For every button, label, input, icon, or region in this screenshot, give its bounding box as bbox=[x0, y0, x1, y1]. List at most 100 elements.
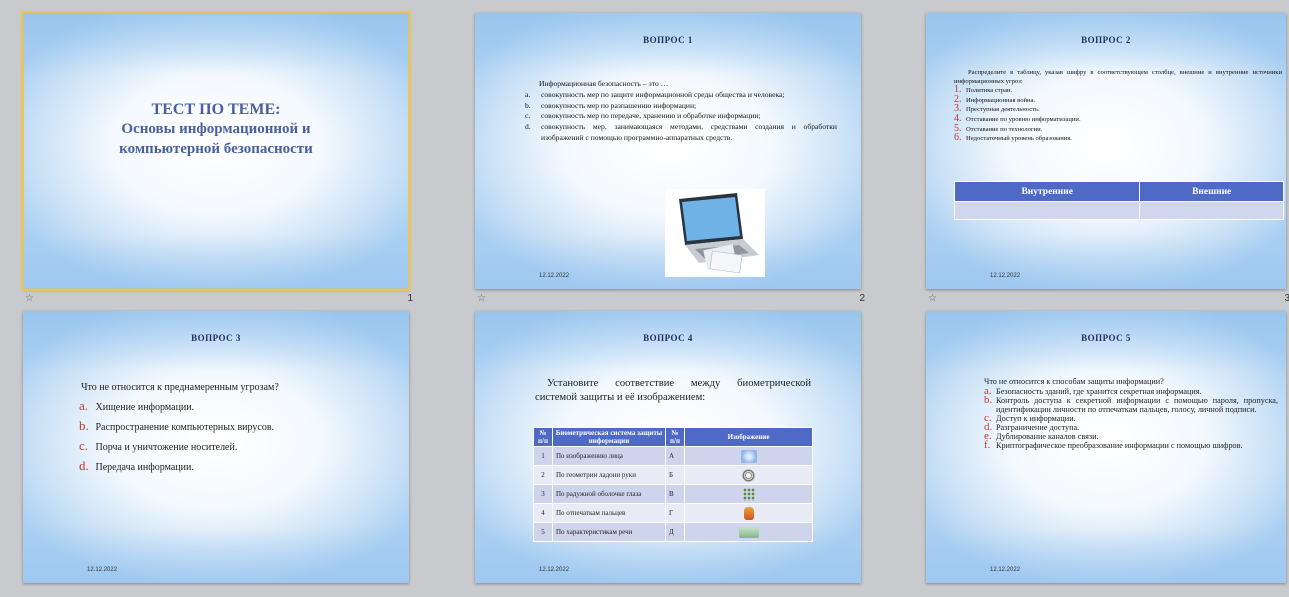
table-header: Биометрическая система защиты информации bbox=[552, 427, 666, 447]
option-text: Дублирование каналов связи. bbox=[996, 432, 1099, 441]
answer-option: d. Разграничение доступа. bbox=[984, 422, 1278, 433]
slide-date: 12.12.2022 bbox=[990, 567, 1021, 573]
option-text: Безопасность зданий, где хранится секрет… bbox=[996, 387, 1202, 396]
answer-option: c. Доступ к информации. bbox=[984, 413, 1278, 424]
slide-thumbnail-4[interactable]: ВОПРОС 3 Что не относится к преднамеренн… bbox=[23, 311, 415, 597]
item-text: Отставание по уровню информатизации. bbox=[966, 115, 1081, 123]
list-item: 1. Политика стран. bbox=[954, 85, 1282, 96]
slide-date: 12.12.2022 bbox=[539, 567, 570, 573]
slide-title: ВОПРОС 1 bbox=[643, 35, 693, 45]
question-body: Распределите в таблицу, указав шифру в с… bbox=[954, 69, 1282, 144]
animation-star-icon: ☆ bbox=[477, 293, 486, 304]
slide-5[interactable]: ВОПРОС 4 Установите соответствие между б… bbox=[475, 311, 861, 583]
table-header: № п/п bbox=[665, 427, 685, 447]
laptop-image bbox=[665, 189, 765, 277]
slide-title: ВОПРОС 5 bbox=[1081, 333, 1131, 343]
question-lead: Распределите в таблицу, указав шифру в с… bbox=[954, 69, 1282, 85]
question-lead: Установите соответствие между биометриче… bbox=[535, 378, 811, 403]
table-row: 1 По изображению лица А bbox=[533, 446, 813, 466]
answer-option: d. совокупность мер, занимающаяся методам… bbox=[525, 122, 837, 144]
option-text: Хищение информации. bbox=[95, 402, 195, 413]
row-image bbox=[684, 446, 813, 466]
row-image bbox=[684, 522, 813, 542]
option-marker: a. bbox=[79, 398, 89, 413]
slide-title: ВОПРОС 3 bbox=[191, 333, 241, 343]
row-number: 3 bbox=[533, 484, 553, 504]
title-line: компьютерной безопасности bbox=[119, 141, 313, 157]
table-row: 3 По радужной оболочке глаза В bbox=[533, 484, 813, 504]
slide-thumbnail-3[interactable]: ВОПРОС 2 Распределите в таблицу, указав … bbox=[926, 13, 1289, 308]
option-marker: b. bbox=[984, 394, 993, 406]
question-body: Что не относится к способам защиты инфор… bbox=[984, 377, 1278, 451]
answer-option: a. Безопасность зданий, где хранится секр… bbox=[984, 386, 1278, 397]
row-text: По характеристикам речи bbox=[552, 522, 666, 542]
row-image bbox=[684, 465, 813, 485]
option-marker: d. bbox=[79, 458, 89, 473]
item-text: Преступная деятельность. bbox=[966, 106, 1040, 114]
question-body: Что не относится к преднамеренным угроза… bbox=[79, 379, 279, 477]
slide-6[interactable]: ВОПРОС 5 Что не относится к способам защ… bbox=[926, 311, 1286, 583]
option-marker: d. bbox=[525, 122, 531, 132]
row-image bbox=[684, 484, 813, 504]
item-text: Информационная война. bbox=[966, 96, 1036, 104]
slide-thumbnail-5[interactable]: ВОПРОС 4 Установите соответствие между б… bbox=[475, 311, 867, 597]
item-text: Политика стран. bbox=[966, 87, 1013, 95]
answer-option: f. Криптографическое преобразование инфор… bbox=[984, 439, 1278, 451]
option-text: Криптографическое преобразование информа… bbox=[996, 441, 1243, 450]
table-cell bbox=[953, 201, 1141, 220]
table-row: 5 По характеристикам речи Д bbox=[533, 522, 813, 542]
option-marker: b. bbox=[79, 418, 89, 433]
slide-thumbnail-1[interactable]: ТЕСТ ПО ТЕМЕ: Основы информационной и ко… bbox=[21, 11, 415, 308]
row-text: По изображению лица bbox=[552, 446, 666, 466]
slide-date: 12.12.2022 bbox=[87, 567, 118, 573]
option-text: Доступ к информации. bbox=[996, 414, 1076, 423]
question-body: Информационная безопасность – это … a. со… bbox=[525, 79, 837, 144]
slide-number: 3 bbox=[1284, 293, 1289, 304]
option-text: Контроль доступа к секретной информации … bbox=[996, 396, 1278, 414]
row-image bbox=[684, 503, 813, 523]
list-item: 3. Преступная деятельность. bbox=[954, 104, 1282, 115]
table-row: 2 По геометрии ладони руки Б bbox=[533, 465, 813, 485]
list-item: 6. Недостаточный уровень образования. bbox=[954, 132, 1282, 144]
slide-1-title: ТЕСТ ПО ТЕМЕ: Основы информационной и ко… bbox=[23, 101, 409, 159]
slide-thumbnail-6[interactable]: ВОПРОС 5 Что не относится к способам защ… bbox=[926, 311, 1289, 597]
option-marker: b. bbox=[525, 100, 531, 110]
dots-grid-icon bbox=[742, 487, 755, 501]
slide-thumbnail-2[interactable]: ВОПРОС 1 Информационная безопасность – э… bbox=[475, 13, 867, 308]
slide-1[interactable]: ТЕСТ ПО ТЕМЕ: Основы информационной и ко… bbox=[21, 11, 411, 291]
slide-number: 1 bbox=[407, 293, 413, 304]
slide-3[interactable]: ВОПРОС 2 Распределите в таблицу, указав … bbox=[926, 13, 1286, 289]
slide-title: ВОПРОС 4 bbox=[643, 333, 693, 343]
slide-4[interactable]: ВОПРОС 3 Что не относится к преднамеренн… bbox=[23, 311, 409, 583]
slide-2[interactable]: ВОПРОС 1 Информационная безопасность – э… bbox=[475, 13, 861, 289]
answer-option: b. совокупность мер по разпашению информа… bbox=[525, 101, 837, 112]
answer-option: c. Порча и уничтожение носителей. bbox=[79, 437, 279, 457]
row-text: По отпечаткам пальцев bbox=[552, 503, 666, 523]
item-marker: 6. bbox=[954, 132, 962, 144]
item-text: Недостаточный уровень образования. bbox=[966, 135, 1072, 143]
animation-star-icon: ☆ bbox=[928, 293, 937, 304]
spiral-icon bbox=[742, 468, 755, 482]
option-text: Разграничение доступа. bbox=[996, 423, 1080, 432]
list-item: 5. Отставание по технологии. bbox=[954, 123, 1282, 135]
row-letter: Д bbox=[665, 522, 685, 542]
option-marker: a. bbox=[525, 89, 531, 99]
sources-table: Внутренние Внешние bbox=[953, 181, 1284, 220]
row-number: 4 bbox=[533, 503, 553, 523]
title-line: ТЕСТ ПО ТЕМЕ: bbox=[151, 101, 281, 118]
option-marker: f. bbox=[984, 439, 991, 451]
slide-number: 2 bbox=[859, 293, 865, 304]
answer-option: b. Контроль доступа к секретной информаци… bbox=[984, 394, 1278, 415]
option-text: Передача информации. bbox=[95, 462, 194, 473]
row-letter: В bbox=[665, 484, 685, 504]
row-letter: А bbox=[665, 446, 685, 466]
title-line: Основы информационной и bbox=[121, 121, 311, 137]
option-marker: c. bbox=[79, 438, 89, 453]
hand-icon bbox=[743, 506, 754, 520]
row-number: 1 bbox=[533, 446, 553, 466]
option-text: Распространение компьютерных вирусов. bbox=[95, 422, 275, 433]
answer-option: a. совокупность мер по защите информацион… bbox=[525, 90, 837, 101]
option-text: совокупность мер по разпашению информаци… bbox=[541, 100, 697, 110]
animation-star-icon: ☆ bbox=[25, 293, 34, 304]
row-text: По радужной оболочке глаза bbox=[552, 484, 666, 504]
